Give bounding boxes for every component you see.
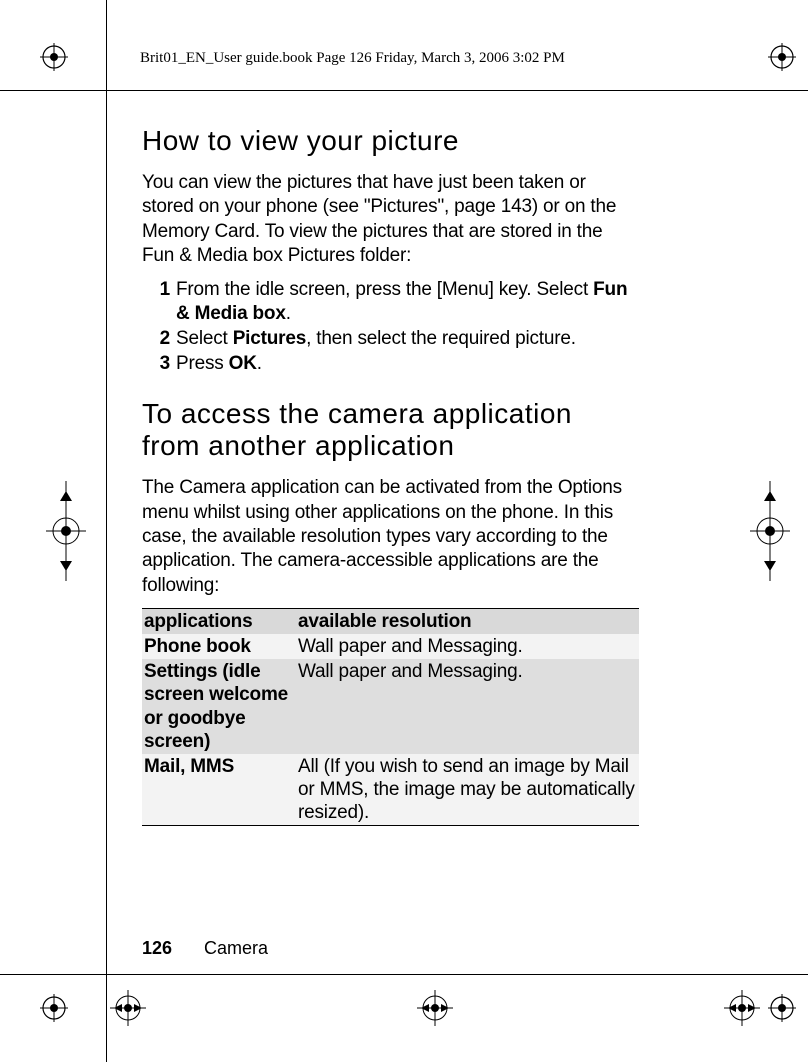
page-number: 126	[142, 938, 172, 958]
step-text: Press OK.	[176, 352, 634, 376]
section-heading-1: How to view your picture	[142, 125, 634, 157]
table-cell: Mail, MMS	[142, 754, 296, 826]
table-header: applications	[142, 608, 296, 634]
table-cell: Settings (idle screen welcome or goodbye…	[142, 659, 296, 754]
intro-paragraph-1: You can view the pictures that have just…	[142, 171, 634, 268]
side-registration-icon	[750, 481, 790, 581]
step-item: 3 Press OK.	[154, 352, 634, 376]
crop-line	[0, 90, 808, 91]
step-number: 2	[154, 327, 170, 351]
table-cell: Phone book	[142, 634, 296, 659]
table-cell: All (If you wish to send an image by Mai…	[296, 754, 639, 826]
intro-paragraph-2: The Camera application can be activated …	[142, 476, 634, 598]
crop-line	[0, 974, 808, 975]
table-row: Mail, MMS All (If you wish to send an im…	[142, 754, 639, 826]
step-number: 1	[154, 278, 170, 326]
table-row: Phone book Wall paper and Messaging.	[142, 634, 639, 659]
page-header: Brit01_EN_User guide.book Page 126 Frida…	[140, 50, 565, 67]
step-number: 3	[154, 352, 170, 376]
registration-mark-icon	[40, 43, 68, 71]
side-registration-icon	[46, 481, 86, 581]
table-row: Settings (idle screen welcome or goodbye…	[142, 659, 639, 754]
step-text: Select Pictures, then select the require…	[176, 327, 634, 351]
registration-mark-icon	[768, 43, 796, 71]
registration-mark-icon	[110, 990, 146, 1026]
resolution-table: applications available resolution Phone …	[142, 608, 639, 827]
page-footer: 126 Camera	[142, 938, 268, 959]
registration-mark-icon	[724, 990, 760, 1026]
table-header: available resolution	[296, 608, 639, 634]
registration-mark-icon	[768, 994, 796, 1022]
step-item: 2 Select Pictures, then select the requi…	[154, 327, 634, 351]
page-content: How to view your picture You can view th…	[142, 125, 634, 826]
registration-mark-icon	[417, 990, 453, 1026]
section-heading-2: To access the camera application from an…	[142, 398, 634, 462]
table-cell: Wall paper and Messaging.	[296, 634, 639, 659]
bottom-registration-row	[110, 990, 760, 1026]
crop-line	[106, 0, 107, 1062]
step-text: From the idle screen, press the [Menu] k…	[176, 278, 634, 326]
table-cell: Wall paper and Messaging.	[296, 659, 639, 754]
table-header-row: applications available resolution	[142, 608, 639, 634]
chapter-name: Camera	[204, 938, 268, 958]
steps-list: 1 From the idle screen, press the [Menu]…	[154, 278, 634, 376]
step-item: 1 From the idle screen, press the [Menu]…	[154, 278, 634, 326]
registration-mark-icon	[40, 994, 68, 1022]
